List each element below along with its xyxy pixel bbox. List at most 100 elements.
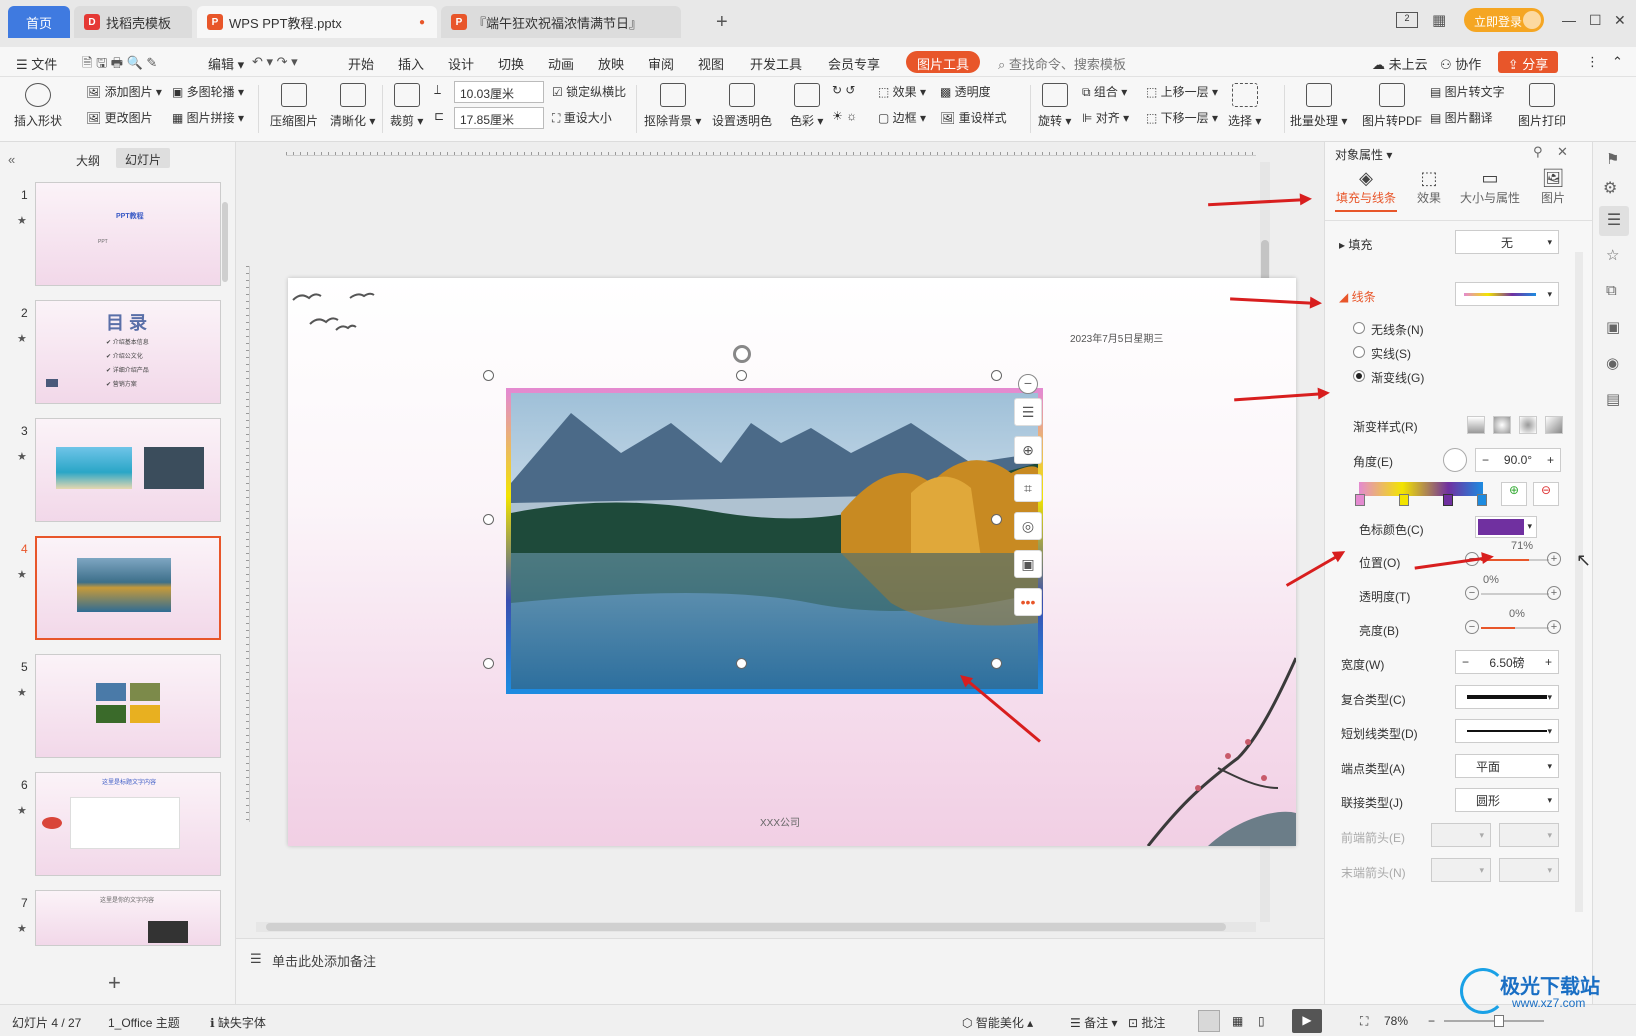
rocket-icon[interactable]: ⚑ bbox=[1606, 150, 1619, 168]
cap-select[interactable]: 平面 ▾ bbox=[1455, 754, 1559, 778]
slide-thumb-3[interactable] bbox=[35, 418, 221, 522]
group-button[interactable]: ⧉ 组合 ▾ bbox=[1082, 83, 1127, 100]
position-plus-icon[interactable]: + bbox=[1547, 552, 1561, 566]
search-command[interactable]: ⌕ 查找命令、搜索模板 bbox=[998, 54, 1126, 73]
tab-fill-line[interactable]: ◈ 填充与线条 bbox=[1335, 168, 1397, 212]
selected-picture[interactable] bbox=[506, 388, 1043, 694]
change-picture-button[interactable]: 🖼 更改图片 bbox=[86, 109, 153, 126]
horizontal-scrollbar[interactable] bbox=[256, 922, 1256, 932]
angle-stepper[interactable]: −90.0° + bbox=[1475, 448, 1561, 472]
gradient-rect-icon[interactable] bbox=[1519, 416, 1537, 434]
slide-thumb-5[interactable] bbox=[35, 654, 221, 758]
line-section[interactable]: ◢ 线条 bbox=[1339, 288, 1376, 305]
effect-button[interactable]: ⬚ 效果 ▾ bbox=[878, 83, 926, 100]
brightness-slider[interactable] bbox=[1481, 627, 1549, 629]
brightness-icon[interactable]: ☀ ☼ bbox=[832, 109, 857, 123]
quick-access-icons[interactable]: 🗎 🖫 🖶 🔍 ✎ bbox=[82, 54, 157, 76]
solid-line-radio[interactable] bbox=[1353, 346, 1365, 358]
share-button[interactable]: ⇪ 分享 bbox=[1498, 51, 1558, 73]
normal-view-icon[interactable] bbox=[1198, 1010, 1220, 1032]
missing-font-button[interactable]: ℹ 缺失字体 bbox=[210, 1014, 266, 1031]
transparency-button[interactable]: ▩ 透明度 bbox=[940, 83, 991, 100]
width-input[interactable]: 17.85厘米 bbox=[454, 107, 544, 129]
batch-process-button[interactable]: 批量处理 ▾ bbox=[1290, 83, 1347, 129]
gradient-linear-icon[interactable] bbox=[1467, 416, 1485, 434]
tab-size-attr[interactable]: ▭ 大小与属性 bbox=[1457, 168, 1523, 206]
transparency-slider[interactable] bbox=[1481, 593, 1549, 595]
panel-title[interactable]: 对象属性 ▾ bbox=[1335, 146, 1392, 163]
compound-select[interactable]: ▾ bbox=[1455, 685, 1559, 709]
settings-sliders-icon[interactable]: ☰ bbox=[1599, 206, 1629, 236]
image-tool-icon[interactable]: ▣ bbox=[1014, 550, 1042, 578]
tab-template[interactable]: D 找稻壳模板 bbox=[74, 6, 192, 38]
collapse-panel-icon[interactable]: « bbox=[8, 152, 15, 167]
add-slide-icon[interactable]: + bbox=[108, 970, 121, 996]
login-button[interactable]: 立即登录 bbox=[1464, 8, 1544, 32]
properties-icon[interactable]: ⚙ bbox=[1603, 178, 1617, 198]
slide-thumb-6[interactable]: 这里是标题文字内容 bbox=[35, 772, 221, 876]
fill-select[interactable]: 无 ▾ bbox=[1455, 230, 1559, 254]
picture-to-text-button[interactable]: ▤ 图片转文字 bbox=[1430, 83, 1505, 100]
resize-handle-w[interactable] bbox=[483, 514, 494, 525]
slide-thumb-2[interactable]: 目 录 ✔ 介绍基本信息 ✔ 介绍公文化 ✔ 详细介绍产品 ✔ 营销方案 bbox=[35, 300, 221, 404]
dash-select[interactable]: ▾ bbox=[1455, 719, 1559, 743]
slide-company[interactable]: XXX公司 bbox=[760, 814, 800, 829]
panel-close-icon[interactable]: ✕ bbox=[1557, 144, 1568, 160]
menu-insert[interactable]: 插入 bbox=[398, 54, 424, 73]
menu-start[interactable]: 开始 bbox=[348, 54, 374, 73]
notes-button[interactable]: ☰ 备注 ▾ bbox=[1070, 1014, 1117, 1031]
end-arrow-size-select[interactable]: ▾ bbox=[1499, 858, 1559, 882]
layers-icon[interactable]: ☰ bbox=[1014, 398, 1042, 426]
bulb-icon[interactable]: ◎ bbox=[1014, 512, 1042, 540]
file-menu[interactable]: ☰ 文件 bbox=[16, 54, 57, 73]
picture-splice-button[interactable]: ▦ 图片拼接 ▾ bbox=[172, 109, 244, 126]
slide-thumb-4[interactable] bbox=[35, 536, 221, 640]
screen-icon[interactable]: 2 bbox=[1396, 12, 1418, 28]
transparency-minus-icon[interactable]: − bbox=[1465, 586, 1479, 600]
sorter-view-icon[interactable]: ▦ bbox=[1232, 1014, 1243, 1028]
gradient-stop-4[interactable] bbox=[1477, 494, 1487, 506]
tab-effect[interactable]: ⬚ 效果 bbox=[1409, 168, 1449, 206]
compress-picture-button[interactable]: 压缩图片 bbox=[270, 83, 318, 129]
book-icon[interactable]: ▤ bbox=[1606, 390, 1620, 408]
set-transparent-button[interactable]: 设置透明色 bbox=[712, 83, 772, 129]
slide-date[interactable]: 2023年7月5日星期三 bbox=[1070, 330, 1163, 345]
minimize-icon[interactable]: — bbox=[1562, 12, 1576, 28]
menu-view[interactable]: 视图 bbox=[698, 54, 724, 73]
reset-size-button[interactable]: ⛶ 重设大小 bbox=[552, 109, 612, 126]
fill-section[interactable]: ▸ 填充 bbox=[1339, 236, 1372, 253]
theme-name[interactable]: 1_Office 主题 bbox=[108, 1014, 180, 1031]
collab-button[interactable]: ⚇ 协作 bbox=[1440, 54, 1481, 73]
zoom-slider[interactable] bbox=[1444, 1015, 1544, 1027]
insert-shape-button[interactable]: 插入形状 bbox=[14, 83, 62, 129]
scrollbar[interactable] bbox=[222, 202, 228, 282]
rotate-left-icon[interactable]: ↻ ↺ bbox=[832, 83, 855, 97]
more-icon[interactable]: ⋮ bbox=[1586, 54, 1599, 70]
comments-button[interactable]: ⊡ 批注 bbox=[1128, 1014, 1165, 1031]
slide-thumb-1[interactable]: PPT教程 PPT bbox=[35, 182, 221, 286]
collapse-ribbon-icon[interactable]: ⌃ bbox=[1612, 54, 1623, 70]
height-input[interactable]: 10.03厘米 bbox=[454, 81, 544, 103]
rotate-button[interactable]: 旋转 ▾ bbox=[1038, 83, 1071, 129]
zoom-out-icon[interactable]: − bbox=[1428, 1014, 1435, 1028]
play-button[interactable]: ▶ bbox=[1292, 1009, 1322, 1033]
add-picture-button[interactable]: 🖼 添加图片 ▾ bbox=[86, 83, 162, 100]
resize-handle-n[interactable] bbox=[736, 370, 747, 381]
tab-document[interactable]: P WPS PPT教程.pptx ● bbox=[197, 6, 437, 38]
tab-picture[interactable]: 🖼 图片 bbox=[1535, 168, 1571, 206]
stop-color-picker[interactable]: ▾ bbox=[1475, 516, 1537, 538]
width-stepper[interactable]: −6.50磅 + bbox=[1455, 650, 1559, 674]
select-button[interactable]: 选择 ▾ bbox=[1228, 83, 1261, 129]
crop-tool-icon[interactable]: ⌗ bbox=[1014, 474, 1042, 502]
gradient-line-radio[interactable] bbox=[1353, 370, 1365, 382]
gradient-stop-2[interactable] bbox=[1399, 494, 1409, 506]
cloud-status[interactable]: ☁ 未上云 bbox=[1372, 54, 1428, 73]
collapse-tools-icon[interactable]: − bbox=[1018, 374, 1038, 394]
color-button[interactable]: 色彩 ▾ bbox=[790, 83, 823, 129]
new-tab-icon[interactable]: + bbox=[716, 11, 728, 34]
compass-icon[interactable]: ◉ bbox=[1606, 354, 1619, 372]
edit-menu[interactable]: 编辑 ▾ bbox=[208, 54, 244, 73]
notes-pane[interactable]: ☰ 单击此处添加备注 bbox=[236, 938, 1324, 978]
multi-carousel-button[interactable]: ▣ 多图轮播 ▾ bbox=[172, 83, 244, 100]
crop-button[interactable]: 裁剪 ▾ bbox=[390, 83, 423, 129]
